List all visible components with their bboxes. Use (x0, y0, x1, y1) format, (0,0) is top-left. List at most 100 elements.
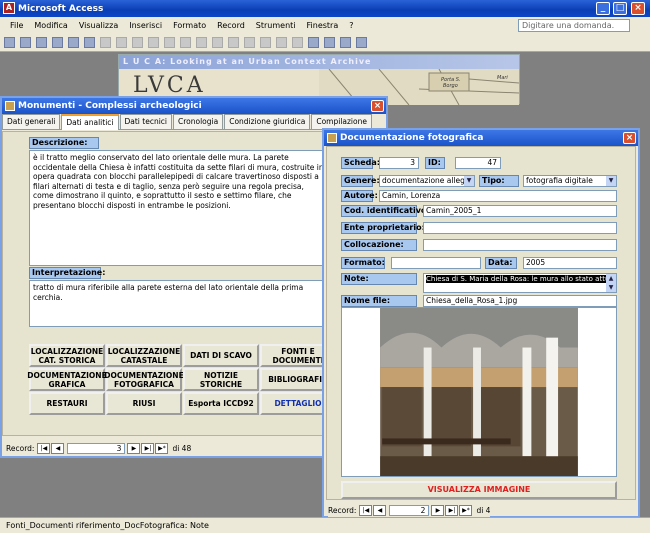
find-icon[interactable] (260, 37, 271, 48)
print-icon[interactable] (52, 37, 63, 48)
new-record-button[interactable]: ▶* (459, 504, 473, 516)
scheda-field[interactable]: 3 (379, 157, 419, 169)
riusi-button[interactable]: RIUSI (106, 392, 182, 415)
documentazione-grafica-button[interactable]: DOCUMENTAZIONE GRAFICA (27, 368, 107, 391)
descrizione-field[interactable]: è il tratto meglio conservato del lato o… (29, 150, 329, 266)
tab-dati-tecnici[interactable]: Dati tecnici (119, 114, 173, 129)
form-icon (5, 101, 15, 111)
menu-finestra[interactable]: Finestra (307, 21, 339, 30)
form-icon (327, 133, 337, 143)
search-icon[interactable] (36, 37, 47, 48)
localizzazione-cat-storica-button[interactable]: LOCALIZZAZIONE CAT. STORICA (29, 344, 105, 367)
tipo-select[interactable]: fotografia digitale ▼ (523, 175, 617, 187)
esporta-iccd92-button[interactable]: Esporta ICCD92 (183, 392, 259, 415)
menu-file[interactable]: File (10, 21, 23, 30)
interpretazione-field[interactable]: tratto di mura riferibile alla parete es… (29, 280, 329, 327)
new-record-button[interactable]: ▶* (155, 442, 169, 454)
collocazione-field[interactable] (423, 239, 617, 251)
sort-desc-icon[interactable] (196, 37, 207, 48)
notizie-storiche-button[interactable]: NOTIZIE STORICHE (183, 368, 259, 391)
cut-icon[interactable] (100, 37, 111, 48)
restore-button[interactable]: □ (613, 2, 627, 15)
help-search-input[interactable]: Digitare una domanda. (518, 19, 630, 32)
format-painter-icon[interactable] (148, 37, 159, 48)
documentazione-window[interactable]: Documentazione fotografica × Scheda: 3 I… (322, 128, 640, 518)
genere-select[interactable]: documentazione allegata ▼ (379, 175, 475, 187)
record-number-field[interactable]: 3 (67, 442, 126, 454)
close-button[interactable]: × (631, 2, 645, 15)
apply-filter-icon[interactable] (244, 37, 255, 48)
tab-cronologia[interactable]: Cronologia (173, 114, 224, 129)
data-field[interactable]: 2005 (523, 257, 617, 269)
menu-modifica[interactable]: Modifica (34, 21, 67, 30)
last-record-button[interactable]: ▶| (141, 442, 155, 454)
undo-icon[interactable] (164, 37, 175, 48)
interpretazione-label: Interpretazione: (29, 267, 105, 279)
tab-dati-analitici[interactable]: Dati analitici (61, 114, 119, 130)
filter-selection-icon[interactable] (212, 37, 223, 48)
last-record-button[interactable]: ▶| (445, 504, 459, 516)
paste-icon[interactable] (132, 37, 143, 48)
minimize-button[interactable]: _ (596, 2, 610, 15)
prev-record-button[interactable]: ◀ (373, 504, 387, 516)
menu-formato[interactable]: Formato (173, 21, 206, 30)
doc-form: Scheda: 3 ID: 47 Genere: documentazione … (326, 146, 636, 500)
record-label: Record: (328, 505, 357, 515)
tab-dati-generali[interactable]: Dati generali (2, 114, 61, 129)
id-field[interactable]: 47 (455, 157, 501, 169)
help-icon[interactable] (356, 37, 367, 48)
delete-record-icon[interactable] (292, 37, 303, 48)
new-object-icon[interactable] (340, 37, 351, 48)
record-total: di 4 (476, 505, 491, 515)
prev-record-button[interactable]: ◀ (51, 442, 65, 454)
map-text-mari: Mari (497, 75, 508, 81)
autore-field[interactable]: Camin, Lorenza (379, 190, 617, 202)
note-value: Chiesa di S. Maria della Rosa: le mura a… (426, 275, 616, 283)
tab-compilazione[interactable]: Compilazione (311, 114, 372, 129)
save-icon[interactable] (20, 37, 31, 48)
note-field[interactable]: Chiesa di S. Maria della Rosa: le mura a… (423, 273, 617, 293)
photo-frame (341, 307, 617, 477)
formato-field[interactable] (391, 257, 481, 269)
chevron-down-icon[interactable]: ▼ (606, 176, 616, 186)
cod-identificativo-label: Cod. identificativo: (341, 205, 430, 217)
localizzazione-catastale-button[interactable]: LOCALIZZAZIONE CATASTALE (106, 344, 182, 367)
nome-file-field[interactable]: Chiesa_della_Rosa_1.jpg (423, 295, 617, 307)
first-record-button[interactable]: |◀ (37, 442, 51, 454)
properties-icon[interactable] (308, 37, 319, 48)
nome-file-label: Nome file: (341, 295, 417, 307)
ente-proprietario-field[interactable] (423, 222, 617, 234)
next-record-button[interactable]: ▶ (127, 442, 141, 454)
new-record-icon[interactable] (276, 37, 287, 48)
doc-close-button[interactable]: × (623, 132, 636, 144)
cod-identificativo-field[interactable]: Camin_2005_1 (423, 205, 617, 217)
tab-condizione-giuridica[interactable]: Condizione giuridica (224, 114, 311, 129)
app-title: Microsoft Access (18, 3, 104, 14)
preview-icon[interactable] (68, 37, 79, 48)
copy-icon[interactable] (116, 37, 127, 48)
filter-form-icon[interactable] (228, 37, 239, 48)
dati-di-scavo-button[interactable]: DATI DI SCAVO (183, 344, 259, 367)
menu-record[interactable]: Record (217, 21, 245, 30)
documentazione-fotografica-button[interactable]: DOCUMENTAZIONE FOTOGRAFICA (104, 368, 184, 391)
formato-label: Formato: (341, 257, 385, 269)
menu-visualizza[interactable]: Visualizza (79, 21, 118, 30)
tipo-value: fotografia digitale (526, 176, 593, 185)
next-record-button[interactable]: ▶ (431, 504, 445, 516)
restauri-button[interactable]: RESTAURI (29, 392, 105, 415)
ente-proprietario-label: Ente proprietario: (341, 222, 425, 234)
sort-asc-icon[interactable] (180, 37, 191, 48)
visualizza-immagine-button[interactable]: VISUALIZZA IMMAGINE (341, 481, 617, 499)
menu-strumenti[interactable]: Strumenti (256, 21, 296, 30)
menu-inserisci[interactable]: Inserisci (129, 21, 162, 30)
database-window-icon[interactable] (324, 37, 335, 48)
scroll-arrows-icon[interactable]: ▲ ▼ (606, 274, 616, 292)
record-number-field[interactable]: 2 (389, 504, 430, 516)
monumenti-close-button[interactable]: × (371, 100, 384, 112)
spelling-icon[interactable] (84, 37, 95, 48)
chevron-down-icon[interactable]: ▼ (464, 176, 474, 186)
autore-label: Autore: (341, 190, 378, 202)
menu-help[interactable]: ? (349, 21, 353, 30)
design-view-icon[interactable] (4, 37, 15, 48)
first-record-button[interactable]: |◀ (359, 504, 373, 516)
